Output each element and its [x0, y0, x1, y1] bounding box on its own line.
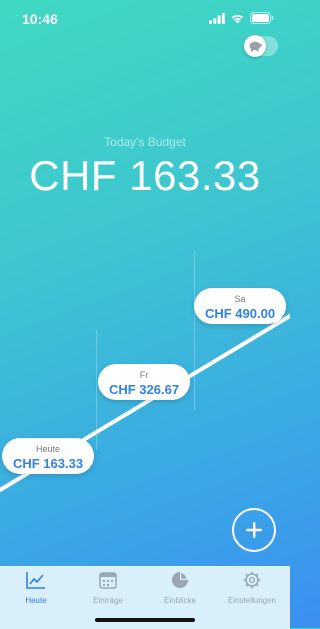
tab-label: Einstellungen: [227, 596, 277, 605]
chart-line-icon: [26, 572, 45, 589]
forecast-day: Sa: [234, 294, 246, 304]
tab-einblicke[interactable]: Einblicke: [144, 571, 216, 605]
tab-einstellungen[interactable]: Einstellungen: [216, 571, 288, 605]
tab-label: Einträge: [93, 596, 123, 605]
forecast-amount: CHF 163.33: [12, 456, 84, 471]
tab-heute[interactable]: Heute: [0, 571, 72, 605]
forecast-day: Fr: [139, 370, 149, 380]
gear-icon: [243, 571, 261, 589]
tab-label: Einblicke: [163, 596, 196, 605]
forecast-amount: CHF 490.00: [204, 306, 276, 321]
add-entry-button[interactable]: [232, 508, 276, 552]
forecast-amount: CHF 326.67: [108, 382, 180, 397]
forecast-pill-fr[interactable]: Fr CHF 326.67: [98, 364, 190, 400]
home-indicator: [95, 618, 195, 622]
forecast-day: Heute: [35, 444, 61, 454]
tab-label: Heute: [25, 596, 47, 605]
forecast-pill-sa[interactable]: Sa CHF 490.00: [194, 288, 286, 324]
calendar-icon: [99, 572, 117, 589]
forecast-pill-today[interactable]: Heute CHF 163.33: [2, 438, 94, 474]
plus-icon: [246, 522, 262, 538]
pie-chart-icon: [172, 572, 188, 588]
tab-eintraege[interactable]: Einträge: [72, 571, 144, 605]
